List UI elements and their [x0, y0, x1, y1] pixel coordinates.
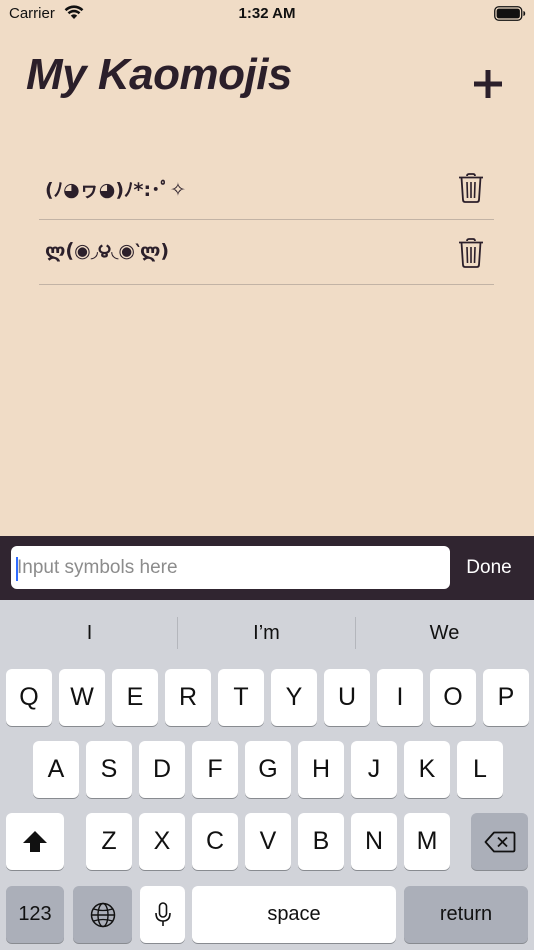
- trash-icon: [459, 238, 483, 268]
- suggestion-bar: I I’m We: [0, 600, 534, 666]
- clock: 1:32 AM: [238, 5, 296, 22]
- keyboard: I I’m We Q W E R T Y U I O P A S D F G H…: [0, 600, 534, 950]
- delete-button[interactable]: [458, 173, 484, 203]
- text-cursor: [16, 557, 18, 581]
- suggestion-item[interactable]: I’m: [178, 616, 355, 650]
- suggestion-item[interactable]: I: [1, 616, 178, 650]
- key-m[interactable]: M: [404, 813, 450, 870]
- shift-icon: [23, 831, 47, 853]
- key-w[interactable]: W: [59, 669, 105, 726]
- space-key[interactable]: space: [192, 886, 396, 943]
- key-v[interactable]: V: [245, 813, 291, 870]
- list-item[interactable]: ლ(́◉◞౪◟◉‵ლ): [39, 220, 494, 285]
- key-t[interactable]: T: [218, 669, 264, 726]
- key-i[interactable]: I: [377, 669, 423, 726]
- key-d[interactable]: D: [139, 741, 185, 798]
- key-s[interactable]: S: [86, 741, 132, 798]
- globe-icon: [90, 903, 115, 928]
- key-y[interactable]: Y: [271, 669, 317, 726]
- key-j[interactable]: J: [351, 741, 397, 798]
- add-kaomoji-button[interactable]: [468, 64, 508, 104]
- backspace-icon: [484, 831, 515, 853]
- plus-icon: [474, 70, 502, 98]
- key-z[interactable]: Z: [86, 813, 132, 870]
- return-key[interactable]: return: [404, 886, 528, 943]
- key-k[interactable]: K: [404, 741, 450, 798]
- list-item[interactable]: (ﾉ◕ヮ◕)ﾉ*:･ﾟ✧: [39, 155, 494, 220]
- status-bar: Carrier 1:32 AM: [0, 0, 534, 28]
- key-g[interactable]: G: [245, 741, 291, 798]
- key-p[interactable]: P: [483, 669, 529, 726]
- symbol-input[interactable]: [11, 546, 450, 589]
- kaomoji-list: (ﾉ◕ヮ◕)ﾉ*:･ﾟ✧ ლ(́◉◞౪◟◉‵ლ): [39, 155, 494, 285]
- key-c[interactable]: C: [192, 813, 238, 870]
- page-title: My Kaomojis: [26, 50, 292, 99]
- key-b[interactable]: B: [298, 813, 344, 870]
- battery-icon: [494, 6, 526, 26]
- shift-key[interactable]: [6, 813, 64, 870]
- key-u[interactable]: U: [324, 669, 370, 726]
- kaomoji-text: (ﾉ◕ヮ◕)ﾉ*:･ﾟ✧: [45, 179, 186, 201]
- done-button[interactable]: Done: [452, 546, 526, 589]
- numbers-key[interactable]: 123: [6, 886, 64, 943]
- trash-icon: [459, 173, 483, 203]
- key-q[interactable]: Q: [6, 669, 52, 726]
- key-h[interactable]: H: [298, 741, 344, 798]
- key-n[interactable]: N: [351, 813, 397, 870]
- key-x[interactable]: X: [139, 813, 185, 870]
- key-l[interactable]: L: [457, 741, 503, 798]
- globe-key[interactable]: [73, 886, 132, 943]
- delete-button[interactable]: [458, 238, 484, 268]
- key-a[interactable]: A: [33, 741, 79, 798]
- key-e[interactable]: E: [112, 669, 158, 726]
- suggestion-item[interactable]: We: [356, 616, 533, 650]
- kaomoji-text: ლ(́◉◞౪◟◉‵ლ): [45, 240, 170, 262]
- input-bar: Done: [0, 536, 534, 600]
- backspace-key[interactable]: [471, 813, 528, 870]
- key-f[interactable]: F: [192, 741, 238, 798]
- microphone-icon: [154, 902, 171, 927]
- key-r[interactable]: R: [165, 669, 211, 726]
- key-o[interactable]: O: [430, 669, 476, 726]
- dictation-key[interactable]: [140, 886, 185, 943]
